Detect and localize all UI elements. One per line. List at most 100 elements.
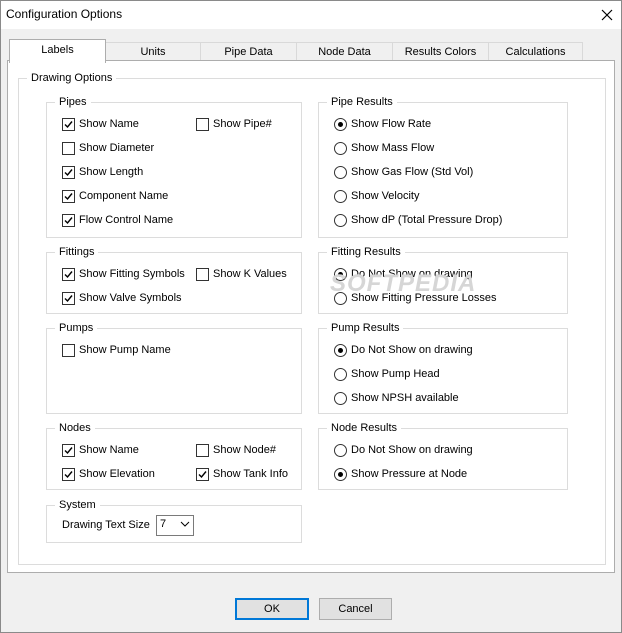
checkmark-icon <box>64 120 73 128</box>
nodes-show-tank-info-checkbox[interactable]: Show Tank Info <box>196 466 288 482</box>
drawing-text-size-select[interactable]: 7 <box>156 515 194 536</box>
checkbox <box>62 189 75 203</box>
checkbox-label: Show Pipe# <box>213 118 272 130</box>
tab-labels[interactable]: Labels <box>9 39 106 63</box>
checkbox <box>196 467 209 481</box>
checkbox-label: Show Name <box>79 444 139 456</box>
drawing-text-size-label: Drawing Text Size <box>62 519 150 531</box>
checkbox <box>62 165 75 179</box>
radio-label: Show Flow Rate <box>351 118 432 130</box>
watermark: SOFTPEDIA <box>330 270 477 297</box>
nodes-show-name-checkbox[interactable]: Show Name <box>62 442 139 458</box>
nodes-show-elevation-checkbox[interactable]: Show Elevation <box>62 466 155 482</box>
drawing-options-label: Drawing Options <box>27 71 117 85</box>
radio-button <box>334 367 347 381</box>
fittings-show-valve-symbols-checkbox[interactable]: Show Valve Symbols <box>62 290 182 306</box>
checkbox <box>62 267 75 281</box>
ok-button[interactable]: OK <box>235 598 309 620</box>
radio-label: Show Pressure at Node <box>351 468 468 480</box>
pipes-component-name-checkbox[interactable]: Component Name <box>62 188 168 204</box>
nodes-show-node-number-checkbox[interactable]: Show Node# <box>196 442 276 458</box>
checkmark-icon <box>64 294 73 302</box>
checkmark-icon <box>64 270 73 278</box>
pipe-results-velocity-radio[interactable]: Show Velocity <box>334 188 419 204</box>
tab-pipe-data[interactable]: Pipe Data <box>200 42 297 62</box>
pipes-show-diameter-checkbox[interactable]: Show Diameter <box>62 140 154 156</box>
radio-label: Show Velocity <box>351 190 420 202</box>
pump-results-pump-head-radio[interactable]: Show Pump Head <box>334 366 440 382</box>
checkbox-label: Show Length <box>79 166 144 178</box>
close-button[interactable] <box>593 1 621 29</box>
radio-button <box>334 467 347 481</box>
pipe-results-label: Pipe Results <box>327 95 397 109</box>
checkbox-label: Show Diameter <box>79 142 155 154</box>
node-results-do-not-show-radio[interactable]: Do Not Show on drawing <box>334 442 473 458</box>
checkmark-icon <box>64 446 73 454</box>
checkbox <box>62 443 75 457</box>
checkbox-label: Show Name <box>79 118 139 130</box>
checkbox-label: Show Elevation <box>79 468 155 480</box>
tab-node-data[interactable]: Node Data <box>296 42 393 62</box>
tab-units[interactable]: Units <box>105 42 201 62</box>
checkbox-label: Show Node# <box>213 444 276 456</box>
labels-panel: Drawing Options Pipes Show Name Show Pip… <box>7 60 615 573</box>
radio-button <box>334 343 347 357</box>
checkbox-label: Show K Values <box>213 268 287 280</box>
pumps-show-name-checkbox[interactable]: Show Pump Name <box>62 342 171 358</box>
pipe-results-mass-flow-radio[interactable]: Show Mass Flow <box>334 140 434 156</box>
checkbox-label: Show Valve Symbols <box>79 292 182 304</box>
cancel-button[interactable]: Cancel <box>319 598 392 620</box>
checkbox <box>62 117 75 131</box>
node-results-label: Node Results <box>327 421 402 435</box>
radio-label: Show Mass Flow <box>351 142 435 154</box>
tab-calculations[interactable]: Calculations <box>488 42 583 62</box>
radio-label: Do Not Show on drawing <box>351 344 473 356</box>
pipes-flow-control-name-checkbox[interactable]: Flow Control Name <box>62 212 173 228</box>
tab-results-colors[interactable]: Results Colors <box>392 42 489 62</box>
pipes-show-name-checkbox[interactable]: Show Name <box>62 116 139 132</box>
title-bar: Configuration Options <box>1 1 621 29</box>
checkbox-label: Show Tank Info <box>213 468 289 480</box>
checkbox <box>196 117 209 131</box>
checkbox <box>62 213 75 227</box>
pipes-show-pipe-number-checkbox[interactable]: Show Pipe# <box>196 116 272 132</box>
fitting-results-label: Fitting Results <box>327 245 405 259</box>
checkbox <box>62 141 75 155</box>
radio-button <box>334 443 347 457</box>
pumps-label: Pumps <box>55 321 98 335</box>
pipes-label: Pipes <box>55 95 91 109</box>
fittings-label: Fittings <box>55 245 99 259</box>
pipe-results-flow-rate-radio[interactable]: Show Flow Rate <box>334 116 431 132</box>
checkmark-icon <box>64 470 73 478</box>
checkbox <box>196 267 209 281</box>
system-label: System <box>55 498 100 512</box>
drawing-text-size-value: 7 <box>160 518 167 530</box>
radio-button <box>334 141 347 155</box>
pipe-results-gas-flow-radio[interactable]: Show Gas Flow (Std Vol) <box>334 164 473 180</box>
checkbox <box>62 343 75 357</box>
pipe-results-pressure-drop-radio[interactable]: Show dP (Total Pressure Drop) <box>334 212 502 228</box>
radio-button <box>334 391 347 405</box>
close-icon <box>601 9 613 21</box>
radio-button <box>334 189 347 203</box>
checkmark-icon <box>64 216 73 224</box>
node-results-pressure-radio[interactable]: Show Pressure at Node <box>334 466 467 482</box>
pump-results-do-not-show-radio[interactable]: Do Not Show on drawing <box>334 342 473 358</box>
pumps-group: Pumps <box>46 321 302 414</box>
nodes-label: Nodes <box>55 421 95 435</box>
radio-button <box>334 213 347 227</box>
fittings-show-k-values-checkbox[interactable]: Show K Values <box>196 266 287 282</box>
pipes-show-length-checkbox[interactable]: Show Length <box>62 164 143 180</box>
radio-button <box>334 117 347 131</box>
checkbox-label: Flow Control Name <box>79 214 174 226</box>
checkbox <box>62 291 75 305</box>
pump-results-label: Pump Results <box>327 321 404 335</box>
checkbox-label: Show Fitting Symbols <box>79 268 185 280</box>
checkmark-icon <box>64 192 73 200</box>
checkbox-label: Component Name <box>79 190 169 202</box>
radio-label: Show Gas Flow (Std Vol) <box>351 166 474 178</box>
checkbox <box>196 443 209 457</box>
radio-label: Show NPSH available <box>351 392 459 404</box>
fittings-show-symbols-checkbox[interactable]: Show Fitting Symbols <box>62 266 185 282</box>
pump-results-npsh-radio[interactable]: Show NPSH available <box>334 390 459 406</box>
